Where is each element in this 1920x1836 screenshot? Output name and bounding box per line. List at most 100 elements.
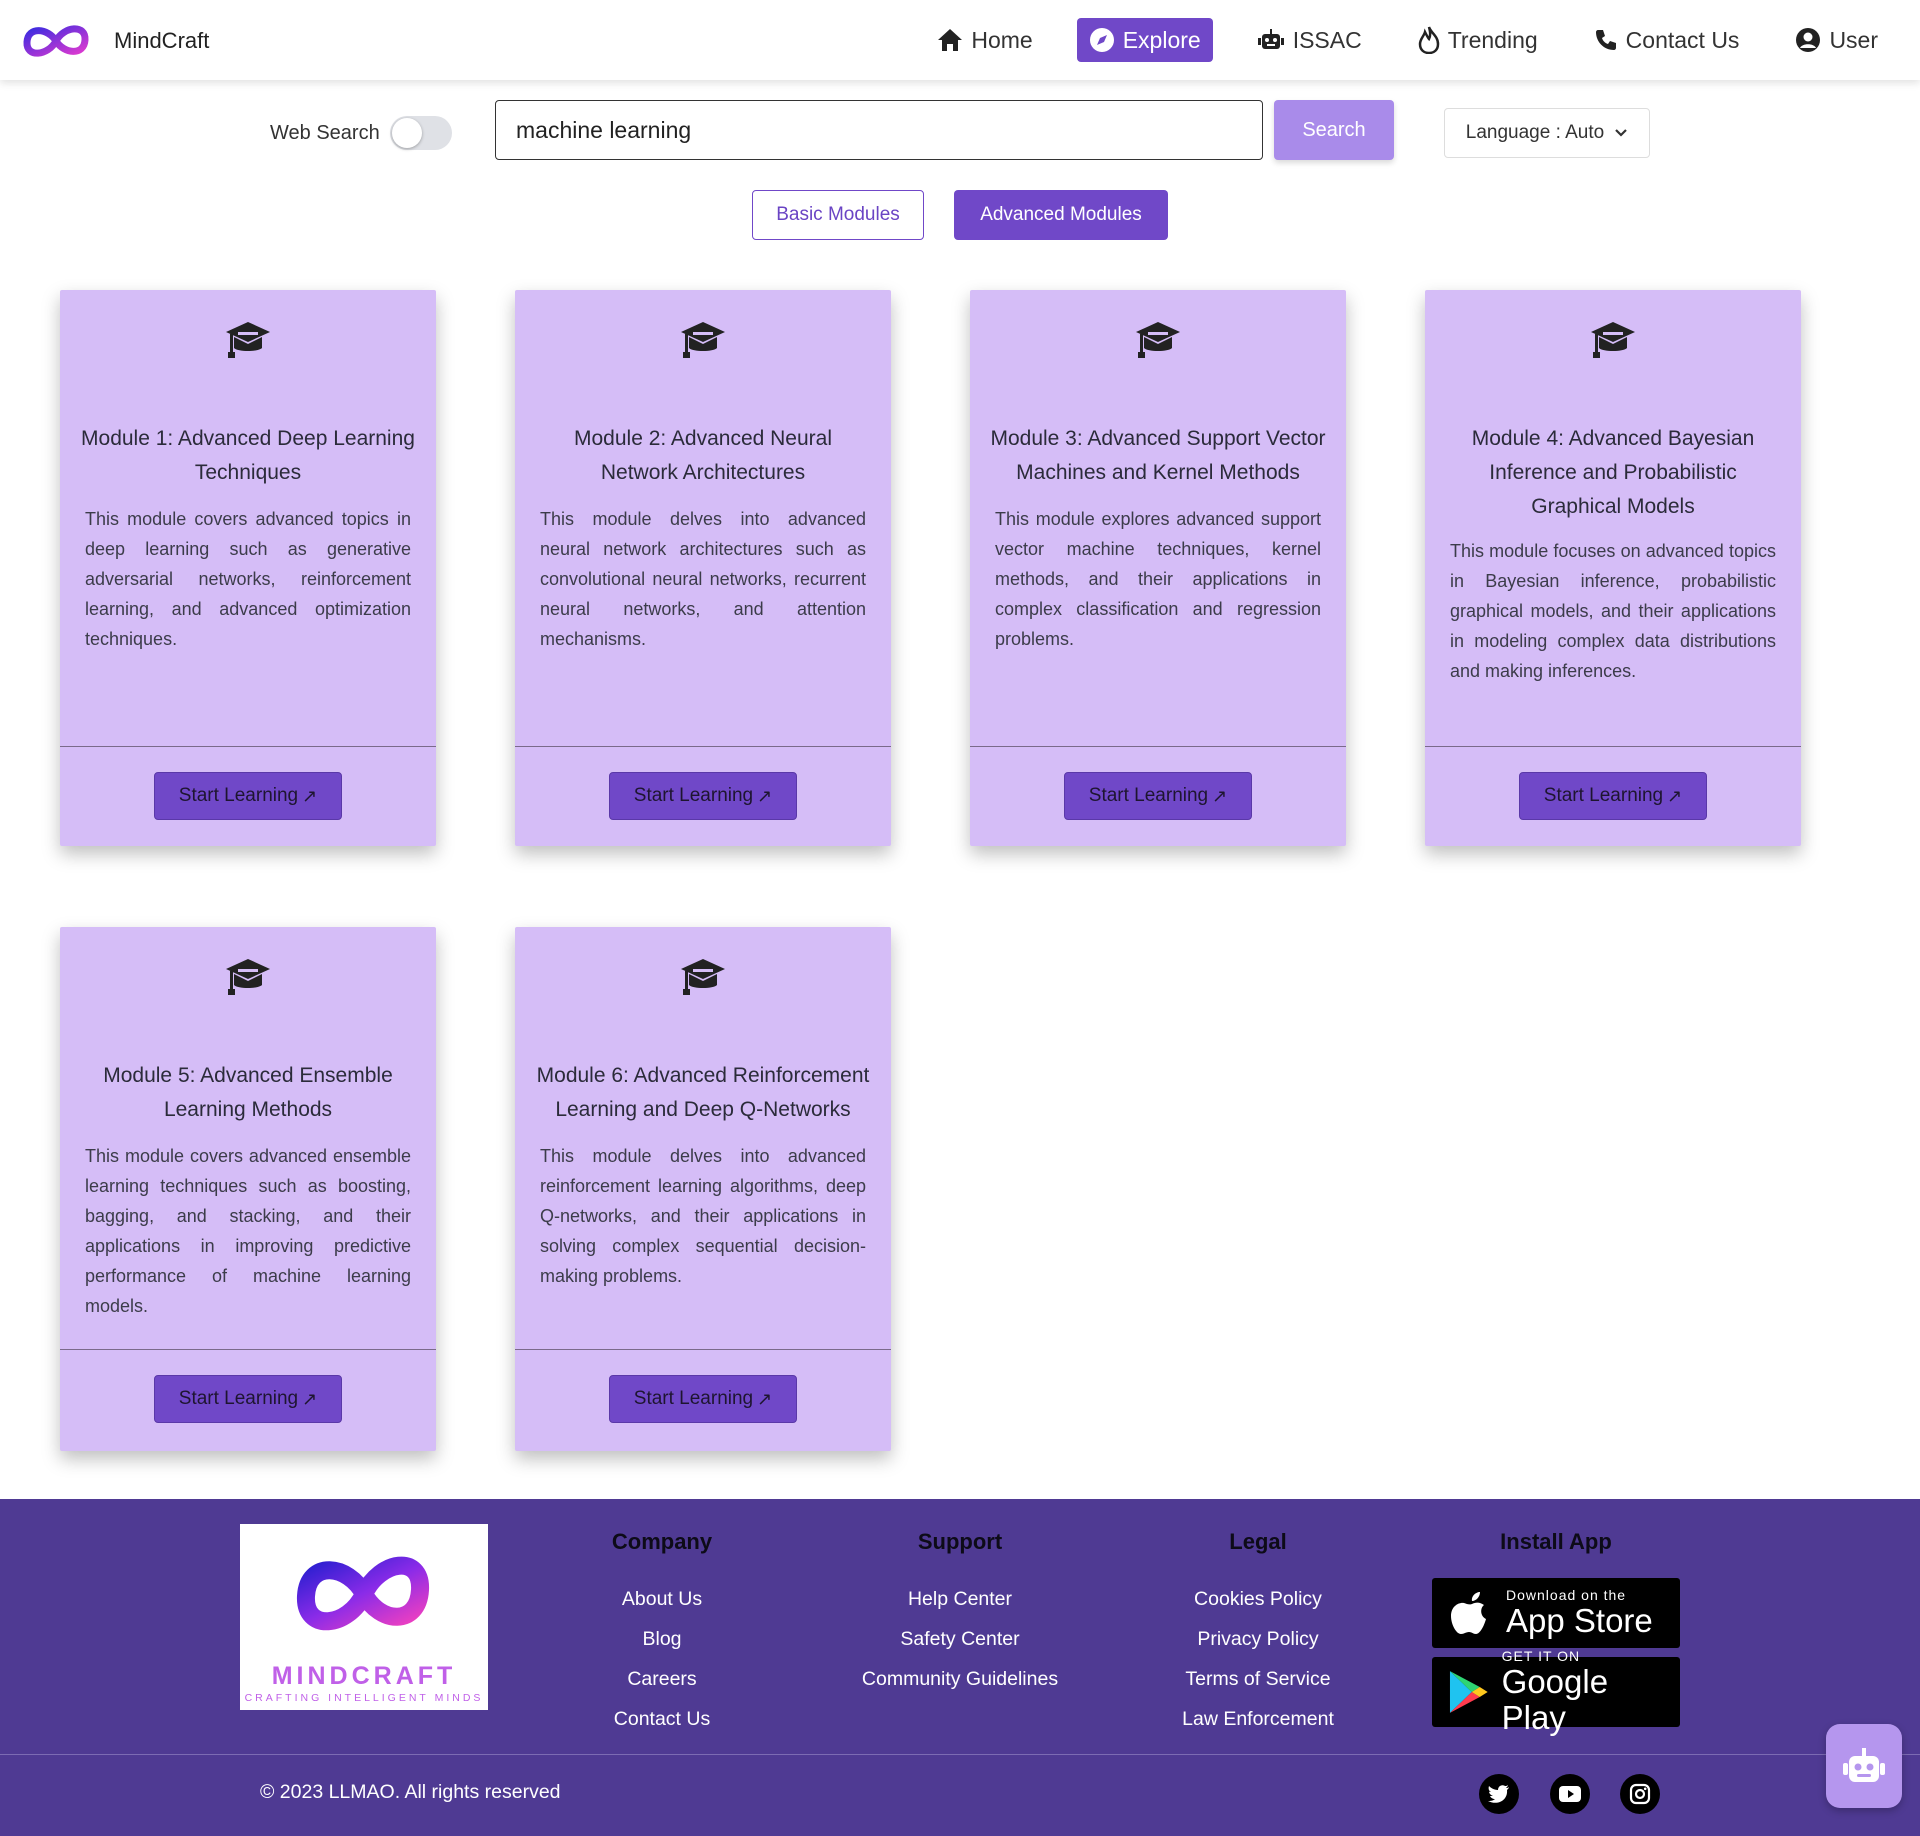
nav-issac[interactable]: ISSAC bbox=[1245, 18, 1374, 62]
start-learning-label: Start Learning bbox=[633, 785, 754, 806]
card-divider bbox=[515, 746, 891, 747]
graduation-cap-icon bbox=[681, 322, 725, 358]
infinity-logo-icon bbox=[23, 25, 89, 57]
footer-link[interactable]: Terms of Service bbox=[1128, 1659, 1388, 1699]
start-learning-label: Start Learning bbox=[1543, 785, 1664, 806]
nav-contact[interactable]: Contact Us bbox=[1582, 18, 1752, 62]
brand-name: MindCraft bbox=[114, 28, 210, 53]
twitter-link[interactable] bbox=[1479, 1774, 1519, 1814]
twitter-icon bbox=[1488, 1785, 1509, 1803]
module-card: Module 4: Advanced Bayesian Inference an… bbox=[1425, 290, 1801, 846]
graduation-cap-icon bbox=[226, 322, 270, 358]
footer-link[interactable]: Careers bbox=[532, 1659, 792, 1699]
nav-user[interactable]: User bbox=[1783, 18, 1890, 62]
footer-link[interactable]: Contact Us bbox=[532, 1699, 792, 1739]
graduation-cap-icon bbox=[226, 959, 270, 995]
start-learning-button[interactable]: Start Learning ↗ bbox=[154, 772, 342, 820]
card-divider bbox=[60, 746, 436, 747]
google-play-small-text: GET IT ON bbox=[1501, 1648, 1581, 1664]
chatbot-button[interactable] bbox=[1826, 1724, 1902, 1808]
footer-heading: Legal bbox=[1229, 1529, 1287, 1554]
web-search-toggle[interactable] bbox=[389, 116, 452, 150]
youtube-link[interactable] bbox=[1550, 1774, 1590, 1814]
search-button[interactable]: Search bbox=[1274, 100, 1394, 160]
logo-tagline: CRAFTING INTELLIGENT MINDS bbox=[244, 1692, 484, 1704]
module-card: Module 6: Advanced Reinforcement Learnin… bbox=[515, 927, 891, 1451]
footer-link[interactable]: Cookies Policy bbox=[1128, 1579, 1388, 1619]
footer-logo[interactable]: MINDCRAFT CRAFTING INTELLIGENT MINDS bbox=[240, 1524, 488, 1710]
start-learning-button[interactable]: Start Learning ↗ bbox=[1519, 772, 1707, 820]
footer-column-legal: Legal Cookies Policy Privacy Policy Term… bbox=[1128, 1529, 1388, 1739]
external-arrow-icon: ↗ bbox=[1667, 785, 1683, 806]
footer-heading: Install App bbox=[1500, 1529, 1612, 1554]
module-card: Module 2: Advanced Neural Network Archit… bbox=[515, 290, 891, 846]
robot-icon bbox=[1843, 1748, 1885, 1782]
footer-link[interactable]: Blog bbox=[532, 1619, 792, 1659]
module-description: This module delves into advanced neural … bbox=[540, 509, 866, 649]
search-input[interactable] bbox=[495, 100, 1263, 160]
module-title: Module 4: Advanced Bayesian Inference an… bbox=[1471, 427, 1755, 518]
external-arrow-icon: ↗ bbox=[302, 785, 318, 806]
module-description: This module explores advanced support ve… bbox=[995, 509, 1321, 649]
card-divider bbox=[1425, 746, 1801, 747]
start-learning-button[interactable]: Start Learning ↗ bbox=[609, 1375, 797, 1423]
robot-icon bbox=[1257, 29, 1284, 49]
start-learning-label: Start Learning bbox=[633, 1388, 754, 1409]
module-title: Module 2: Advanced Neural Network Archit… bbox=[574, 427, 832, 484]
compass-icon bbox=[1089, 28, 1114, 52]
footer-link[interactable]: Safety Center bbox=[830, 1619, 1090, 1659]
user-circle-icon bbox=[1796, 28, 1821, 52]
brand[interactable]: MindCraft bbox=[22, 18, 209, 64]
external-arrow-icon: ↗ bbox=[1212, 785, 1228, 806]
footer-link[interactable]: About Us bbox=[532, 1579, 792, 1619]
footer-link[interactable]: Help Center bbox=[830, 1579, 1090, 1619]
nav-trending[interactable]: Trending bbox=[1406, 18, 1550, 62]
tab-basic-modules[interactable]: Basic Modules bbox=[752, 190, 924, 240]
nav-home[interactable]: Home bbox=[925, 18, 1044, 62]
nav-user-label: User bbox=[1829, 26, 1878, 53]
module-description: This module focuses on advanced topics i… bbox=[1450, 541, 1776, 681]
module-title: Module 3: Advanced Support Vector Machin… bbox=[990, 427, 1326, 484]
footer-column-company: Company About Us Blog Careers Contact Us bbox=[532, 1529, 792, 1739]
language-select[interactable]: Language : Auto bbox=[1444, 108, 1650, 158]
app-store-badge[interactable]: Download on the App Store bbox=[1432, 1578, 1680, 1648]
start-learning-button[interactable]: Start Learning ↗ bbox=[1064, 772, 1252, 820]
footer-heading: Support bbox=[917, 1529, 1003, 1554]
nav-issac-label: ISSAC bbox=[1292, 26, 1362, 53]
start-learning-label: Start Learning bbox=[1088, 785, 1209, 806]
google-play-big-text: Google Play bbox=[1501, 1663, 1609, 1736]
instagram-link[interactable] bbox=[1620, 1774, 1660, 1814]
top-navbar: MindCraft Home Explore ISSAC Trending Co… bbox=[0, 0, 1920, 80]
nav-menu: Home Explore ISSAC Trending Contact Us U… bbox=[893, 18, 1890, 62]
home-icon bbox=[938, 29, 963, 51]
external-arrow-icon: ↗ bbox=[302, 1388, 318, 1409]
google-play-badge[interactable]: GET IT ON Google Play bbox=[1432, 1648, 1680, 1736]
nav-explore[interactable]: Explore bbox=[1076, 18, 1213, 62]
web-search-label: Web Search bbox=[270, 121, 380, 144]
app-store-small-text: Download on the bbox=[1506, 1587, 1627, 1603]
module-card: Module 1: Advanced Deep Learning Techniq… bbox=[60, 290, 436, 846]
start-learning-label: Start Learning bbox=[178, 1388, 299, 1409]
module-description: This module delves into advanced reinfor… bbox=[540, 1146, 866, 1286]
app-store-big-text: App Store bbox=[1506, 1602, 1653, 1639]
footer-heading: Company bbox=[611, 1529, 713, 1554]
tab-advanced-modules[interactable]: Advanced Modules bbox=[954, 190, 1168, 240]
chevron-down-icon bbox=[1615, 129, 1627, 137]
footer-link[interactable]: Law Enforcement bbox=[1128, 1699, 1388, 1739]
graduation-cap-icon bbox=[1591, 322, 1635, 358]
copyright-text: © 2023 LLMAO. All rights reserved bbox=[260, 1781, 561, 1803]
module-card: Module 3: Advanced Support Vector Machin… bbox=[970, 290, 1346, 846]
nav-home-label: Home bbox=[971, 26, 1033, 53]
start-learning-button[interactable]: Start Learning ↗ bbox=[154, 1375, 342, 1423]
nav-contact-label: Contact Us bbox=[1625, 26, 1740, 53]
start-learning-button[interactable]: Start Learning ↗ bbox=[609, 772, 797, 820]
footer-link[interactable]: Privacy Policy bbox=[1128, 1619, 1388, 1659]
external-arrow-icon: ↗ bbox=[757, 1388, 773, 1409]
footer-divider bbox=[0, 1754, 1920, 1755]
footer-link[interactable]: Community Guidelines bbox=[830, 1659, 1090, 1699]
external-arrow-icon: ↗ bbox=[757, 785, 773, 806]
apple-icon bbox=[1451, 1592, 1486, 1634]
site-footer: MINDCRAFT CRAFTING INTELLIGENT MINDS Com… bbox=[0, 1499, 1920, 1836]
language-select-label: Language : Auto bbox=[1465, 122, 1605, 143]
phone-icon bbox=[1595, 30, 1616, 50]
